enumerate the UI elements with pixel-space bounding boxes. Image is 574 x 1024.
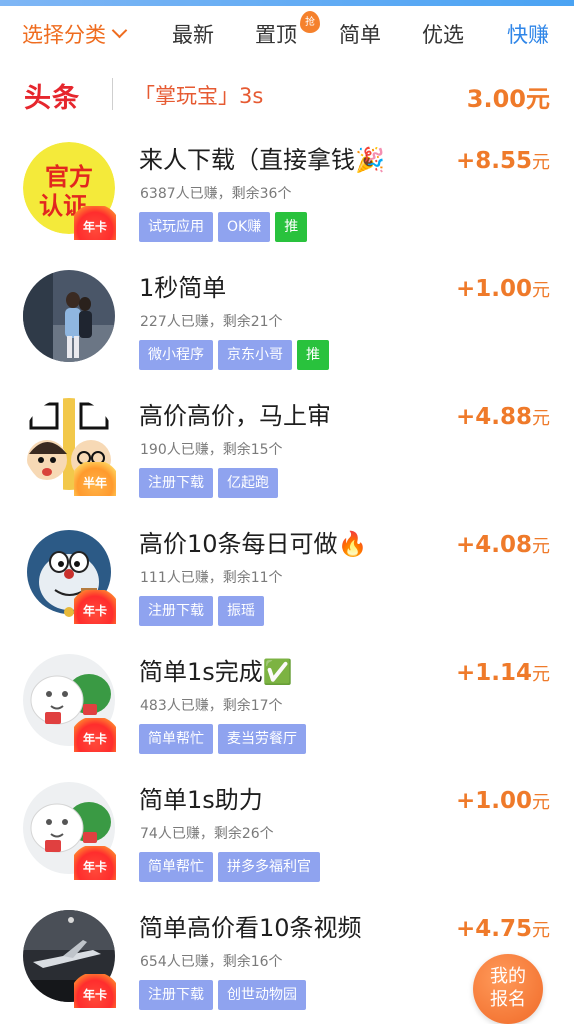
task-item[interactable]: 官方 认证 年卡 来人下载（直接拿钱🎉 6387人已赚，剩余36个 试玩应用 OK… xyxy=(0,130,574,258)
task-tag: 简单帮忙 xyxy=(139,724,213,754)
membership-badge: 年卡 xyxy=(74,846,116,880)
task-reward: +4.88元 xyxy=(455,404,550,430)
task-tag: 麦当劳餐厅 xyxy=(218,724,306,754)
task-tag: 拼多多福利官 xyxy=(218,852,320,882)
my-registrations-button[interactable]: 我的 报名 xyxy=(473,954,543,1024)
task-reward: +4.08元 xyxy=(455,532,550,558)
task-tag: OK赚 xyxy=(218,212,271,242)
tab-label: 置顶 xyxy=(255,23,297,47)
task-stats: 111人已赚，剩余11个 xyxy=(140,570,283,586)
headline-banner[interactable]: 头条 「掌玩宝」3s 3.00元 xyxy=(0,72,574,118)
task-stats: 227人已赚，剩余21个 xyxy=(140,314,283,330)
task-item[interactable]: 1秒简单 227人已赚，剩余21个 微小程序 京东小哥推 +1.00元 xyxy=(0,258,574,386)
tab-quick-earn[interactable]: 快赚 xyxy=(507,20,549,50)
task-tag: 注册下载 xyxy=(139,980,213,1010)
membership-badge: 半年 xyxy=(74,462,116,496)
tab-pinned[interactable]: 置顶抢 xyxy=(255,11,320,50)
task-reward: +4.75元 xyxy=(455,916,550,942)
membership-badge: 年卡 xyxy=(74,974,116,1008)
toutiao-logo: 头条 xyxy=(24,83,80,114)
task-item[interactable]: 年卡 简单1s助力 74人已赚，剩余26个 简单帮忙 拼多多福利官 +1.00元 xyxy=(0,770,574,898)
task-stats: 74人已赚，剩余26个 xyxy=(140,826,274,842)
task-stats: 6387人已赚，剩余36个 xyxy=(140,186,292,202)
task-title: 来人下载（直接拿钱🎉 xyxy=(139,146,385,174)
task-tag: 注册下载 xyxy=(139,468,213,498)
membership-badge: 年卡 xyxy=(74,718,116,752)
recommend-tag: 推 xyxy=(297,340,329,370)
task-title: 1秒简单 xyxy=(139,274,227,302)
button-line-1: 我的 xyxy=(490,966,526,987)
tab-select-category[interactable]: 选择分类 xyxy=(22,20,128,50)
task-title: 简单1s完成✅ xyxy=(139,658,293,686)
headline-text: 「掌玩宝」3s xyxy=(134,84,264,108)
task-tags: 微小程序 京东小哥推 xyxy=(139,340,334,370)
task-tags: 注册下载 创世动物园 xyxy=(139,980,311,1010)
task-tag: 注册下载 xyxy=(139,596,213,626)
couple-photo-avatar-icon xyxy=(23,270,115,362)
button-line-2: 报名 xyxy=(490,989,526,1010)
task-title: 简单高价看10条视频 xyxy=(139,914,362,942)
task-title: 简单1s助力 xyxy=(139,786,263,814)
task-stats: 483人已赚，剩余17个 xyxy=(140,698,283,714)
tab-label: 简单 xyxy=(339,23,381,47)
task-tag: 创世动物园 xyxy=(218,980,306,1010)
task-title: 高价高价，马上审 xyxy=(139,402,331,430)
task-item[interactable]: 半年 高价高价，马上审 190人已赚，剩余15个 注册下载 亿起跑 +4.88元 xyxy=(0,386,574,514)
tab-label: 选择分类 xyxy=(22,23,106,47)
task-tags: 简单帮忙 拼多多福利官 xyxy=(139,852,325,882)
task-tags: 试玩应用 OK赚推 xyxy=(139,212,312,242)
task-stats: 654人已赚，剩余16个 xyxy=(140,954,283,970)
task-reward: +1.14元 xyxy=(455,660,550,686)
tab-featured[interactable]: 优选 xyxy=(422,20,464,50)
task-tag: 振瑶 xyxy=(218,596,264,626)
hot-badge-icon: 抢 xyxy=(300,11,320,33)
task-tag: 亿起跑 xyxy=(218,468,278,498)
task-tag: 简单帮忙 xyxy=(139,852,213,882)
divider xyxy=(112,78,113,110)
task-title: 高价10条每日可做🔥 xyxy=(139,530,368,558)
membership-badge: 年卡 xyxy=(74,590,116,624)
tab-label: 优选 xyxy=(422,23,464,47)
tab-simple[interactable]: 简单 xyxy=(339,20,381,50)
headline-price: 3.00元 xyxy=(466,85,550,113)
category-tabs: 选择分类 最新 置顶抢 简单 优选 快赚 xyxy=(0,6,574,64)
task-tag: 试玩应用 xyxy=(139,212,213,242)
task-tags: 注册下载 振瑶 xyxy=(139,596,269,626)
task-tags: 简单帮忙 麦当劳餐厅 xyxy=(139,724,311,754)
task-tag: 微小程序 xyxy=(139,340,213,370)
task-reward: +1.00元 xyxy=(455,788,550,814)
task-tag: 京东小哥 xyxy=(218,340,292,370)
task-item[interactable]: 年卡 简单1s完成✅ 483人已赚，剩余17个 简单帮忙 麦当劳餐厅 +1.14元 xyxy=(0,642,574,770)
task-tags: 注册下载 亿起跑 xyxy=(139,468,283,498)
task-reward: +8.55元 xyxy=(455,148,550,174)
tab-label: 最新 xyxy=(172,23,214,47)
task-item[interactable]: 年卡 高价10条每日可做🔥 111人已赚，剩余11个 注册下载 振瑶 +4.08元 xyxy=(0,514,574,642)
tab-label: 快赚 xyxy=(507,23,549,47)
task-reward: +1.00元 xyxy=(455,276,550,302)
chevron-down-icon xyxy=(111,22,128,39)
task-stats: 190人已赚，剩余15个 xyxy=(140,442,283,458)
avatar xyxy=(23,270,115,362)
recommend-tag: 推 xyxy=(275,212,308,242)
svg-text:官方: 官方 xyxy=(45,163,93,191)
membership-badge: 年卡 xyxy=(74,206,116,240)
tab-latest[interactable]: 最新 xyxy=(172,20,214,50)
